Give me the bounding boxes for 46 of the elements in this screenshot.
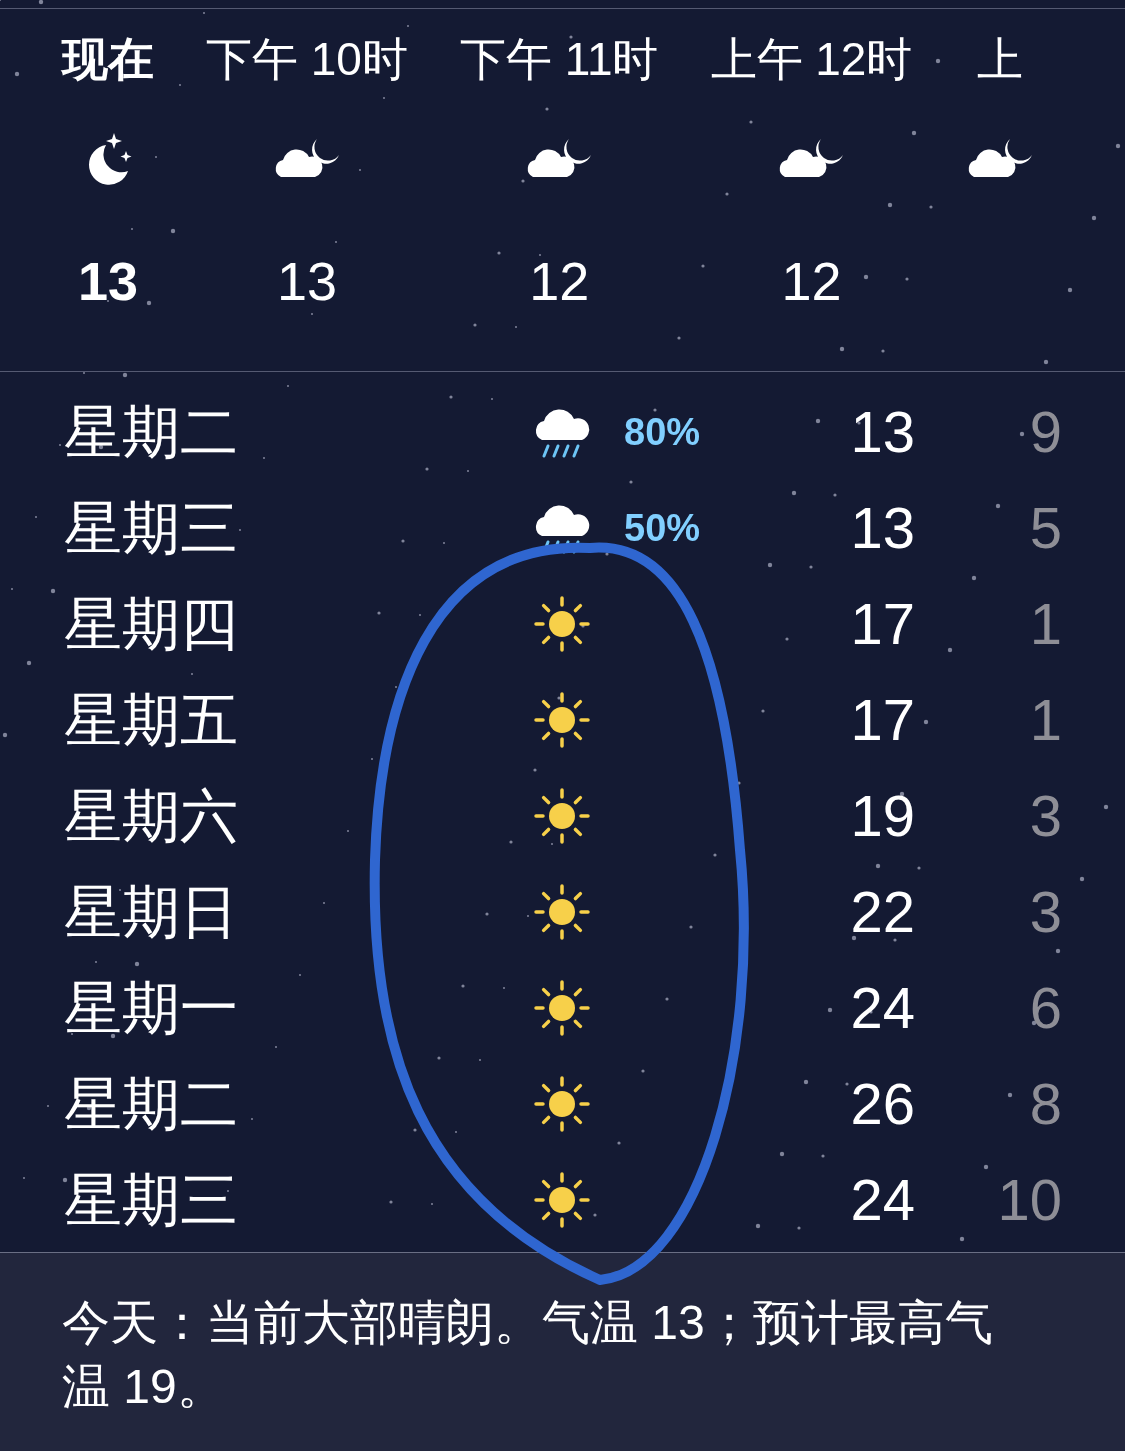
hour-temperature: 13 xyxy=(77,250,139,313)
hour-label: 上 xyxy=(977,32,1024,87)
precipitation-chance: 50% xyxy=(624,506,701,549)
hour-label: 上午 12时 xyxy=(710,32,913,87)
high-temperature: 22 xyxy=(849,883,915,941)
high-temperature: 26 xyxy=(849,1075,915,1133)
high-temperature: 13 xyxy=(849,403,915,461)
high-temperature: 17 xyxy=(849,595,915,653)
high-temperature: 24 xyxy=(849,979,915,1037)
sun-icon xyxy=(532,882,592,942)
sun-icon xyxy=(532,690,592,750)
low-temperature: 3 xyxy=(1028,787,1062,845)
sun-icon xyxy=(532,978,592,1038)
precipitation-chance: 80% xyxy=(624,410,701,453)
hour-label: 现在 xyxy=(62,32,154,87)
low-temperature: 9 xyxy=(1028,403,1062,461)
low-temperature: 8 xyxy=(1028,1075,1062,1133)
high-temperature: 13 xyxy=(849,499,915,557)
sun-icon xyxy=(532,1170,592,1230)
day-label: 星期二 xyxy=(64,403,239,461)
sun-icon xyxy=(532,594,592,654)
low-temperature: 5 xyxy=(1028,499,1062,557)
day-label: 星期四 xyxy=(64,595,239,653)
sun-icon xyxy=(532,1074,592,1134)
high-temperature: 24 xyxy=(849,1171,915,1229)
low-temperature: 3 xyxy=(1028,883,1062,941)
hour-label: 下午 10时 xyxy=(206,32,408,87)
day-label: 星期六 xyxy=(64,787,239,845)
low-temperature: 10 xyxy=(996,1171,1062,1229)
day-label: 星期三 xyxy=(64,499,239,557)
hour-temperature: 13 xyxy=(276,250,337,313)
low-temperature: 1 xyxy=(1028,691,1062,749)
weather-summary: 今天：当前大部晴朗。气温 13；预计最高气温 19。 xyxy=(62,1295,994,1415)
day-label: 星期五 xyxy=(64,691,239,749)
low-temperature: 1 xyxy=(1028,595,1062,653)
hour-temperature: 12 xyxy=(781,250,842,313)
day-label: 星期日 xyxy=(64,883,239,941)
sun-icon xyxy=(532,786,592,846)
hour-temperature: 12 xyxy=(529,250,590,313)
hour-label: 下午 11时 xyxy=(459,32,659,87)
high-temperature: 17 xyxy=(849,691,915,749)
day-label: 星期二 xyxy=(64,1075,239,1133)
high-temperature: 19 xyxy=(849,787,915,845)
low-temperature: 6 xyxy=(1028,979,1062,1037)
day-label: 星期三 xyxy=(64,1171,239,1229)
day-label: 星期一 xyxy=(64,979,239,1037)
